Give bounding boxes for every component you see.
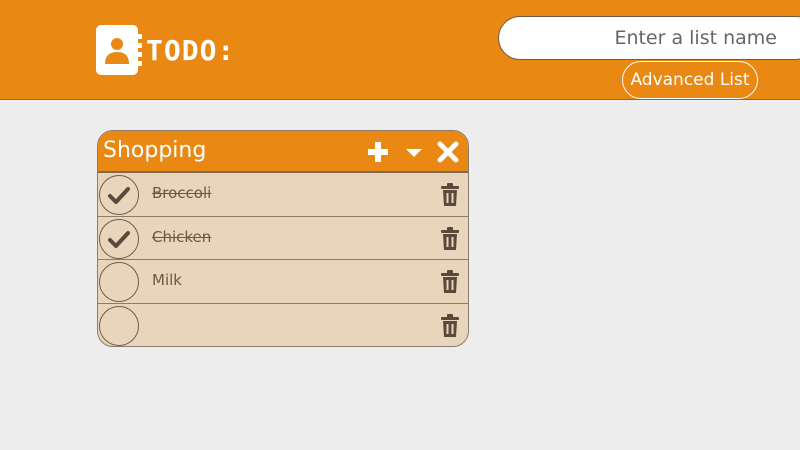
app-header: TODO: Advanced List: [0, 0, 800, 100]
checkmark-icon: [108, 187, 130, 204]
list-item: Milk: [98, 260, 468, 304]
trash-icon[interactable]: [439, 226, 461, 251]
advanced-list-button-label: Advanced List: [630, 70, 750, 90]
list-item: [98, 304, 468, 347]
item-checkbox[interactable]: [99, 262, 139, 302]
trash-icon[interactable]: [439, 313, 461, 338]
plus-icon[interactable]: [366, 140, 390, 164]
item-checkbox[interactable]: [99, 305, 139, 346]
item-checkbox[interactable]: [99, 218, 139, 259]
item-checkbox[interactable]: [99, 175, 139, 215]
list-item: Broccoli: [98, 173, 468, 217]
close-icon[interactable]: [436, 140, 460, 164]
app-logo-text: TODO:: [146, 33, 236, 67]
list-item: Chicken: [98, 217, 468, 260]
checkmark-icon: [108, 230, 130, 248]
address-book-icon: [96, 25, 142, 75]
advanced-list-button[interactable]: Advanced List: [622, 61, 758, 99]
todo-list-card: Shopping Broccoli Chicken Milk: [97, 130, 469, 347]
list-name-input[interactable]: [498, 16, 800, 60]
list-title: Shopping: [103, 138, 207, 163]
item-text[interactable]: Chicken: [152, 228, 211, 246]
todo-list-header: Shopping: [98, 131, 468, 173]
app-logo: TODO:: [96, 25, 235, 75]
trash-icon[interactable]: [439, 183, 461, 207]
trash-icon[interactable]: [439, 270, 461, 294]
item-text[interactable]: Milk: [152, 271, 182, 289]
item-text[interactable]: Broccoli: [152, 184, 211, 202]
caret-down-icon[interactable]: [402, 140, 426, 164]
